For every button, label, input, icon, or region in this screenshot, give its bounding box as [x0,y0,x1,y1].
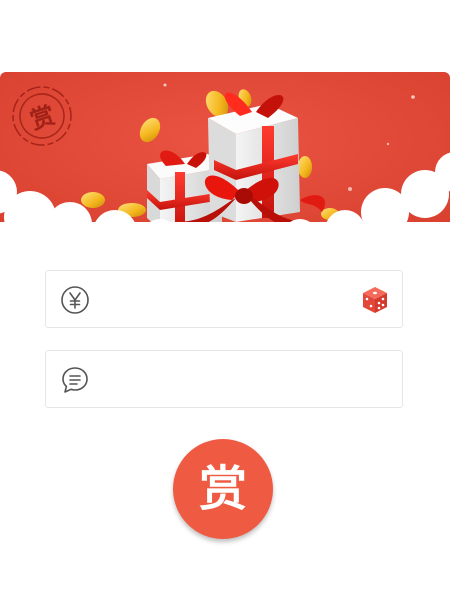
message-input[interactable] [106,363,360,397]
reward-button[interactable]: 赏 [173,439,273,539]
yen-circle-icon [61,286,89,314]
chat-bubble-icon [62,367,88,393]
amount-input[interactable] [106,283,360,317]
dice-icon[interactable] [360,285,390,315]
message-field[interactable] [45,350,403,408]
amount-field[interactable] [45,270,403,328]
reward-banner: 赏 [0,72,450,242]
stamp-label: 赏 [27,100,59,135]
